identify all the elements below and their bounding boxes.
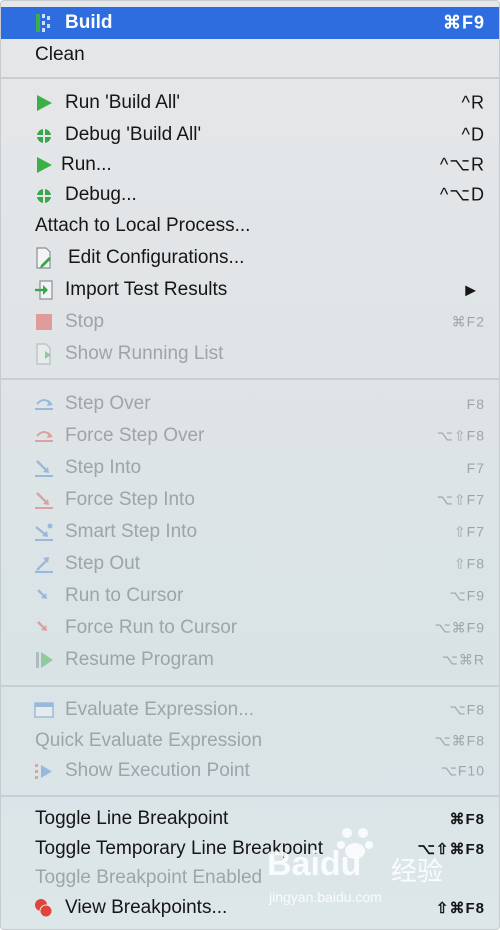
build-menu: Build ⌘F9 Clean Run 'Build All' ^R Debug… xyxy=(0,0,500,930)
force-step-over-icon xyxy=(31,424,57,448)
menu-item-stop[interactable]: Stop ⌘F2 xyxy=(1,306,499,338)
menu-item-label: Step Out xyxy=(65,553,140,574)
menu-item-label: Step Over xyxy=(65,393,151,414)
execution-point-icon xyxy=(31,759,57,783)
menu-separator xyxy=(1,685,499,687)
shortcut-label: F8 xyxy=(466,396,485,412)
menu-item-clean[interactable]: Clean xyxy=(1,39,499,71)
menu-item-attach-local-process[interactable]: Attach to Local Process... xyxy=(1,210,499,242)
shortcut-label: ⌥⌘R xyxy=(441,651,485,668)
menu-item-edit-configurations[interactable]: Edit Configurations... xyxy=(1,242,499,274)
running-list-icon xyxy=(31,342,57,366)
menu-item-label: Build xyxy=(65,12,113,33)
menu-item-run-build-all[interactable]: Run 'Build All' ^R xyxy=(1,87,499,119)
menu-item-label: Show Running List xyxy=(65,343,224,364)
force-step-into-icon xyxy=(31,488,57,512)
menu-item-run[interactable]: Run... ^⌥R xyxy=(1,149,499,181)
menu-item-evaluate-expression[interactable]: Evaluate Expression... ⌥F8 xyxy=(1,694,499,726)
debug-icon xyxy=(31,183,57,207)
menu-item-label: Show Execution Point xyxy=(65,760,250,781)
run-icon xyxy=(31,153,57,177)
menu-item-label: Force Step Over xyxy=(65,425,205,446)
shortcut-label: ⌥⇧F8 xyxy=(436,427,485,444)
menu-item-step-out[interactable]: Step Out ⇧F8 xyxy=(1,548,499,580)
menu-item-label: Evaluate Expression... xyxy=(65,699,255,720)
menu-item-force-step-into[interactable]: Force Step Into ⌥⇧F7 xyxy=(1,484,499,516)
menu-item-label: Run... xyxy=(61,154,112,175)
menu-item-show-running-list[interactable]: Show Running List xyxy=(1,338,499,370)
step-out-icon xyxy=(31,552,57,576)
menu-item-label: View Breakpoints... xyxy=(65,897,228,918)
menu-item-label: Force Run to Cursor xyxy=(65,617,238,638)
shortcut-label: F7 xyxy=(466,460,485,476)
menu-item-resume-program[interactable]: Resume Program ⌥⌘R xyxy=(1,644,499,676)
shortcut-label: ⌘F9 xyxy=(442,12,485,33)
import-icon xyxy=(31,278,57,302)
breakpoints-icon xyxy=(31,896,57,920)
force-run-to-cursor-icon xyxy=(31,616,57,640)
shortcut-label: ⌥F10 xyxy=(440,762,485,779)
menu-item-label: Toggle Line Breakpoint xyxy=(35,808,229,829)
shortcut-label: ⌥⌘F8 xyxy=(434,732,485,749)
edit-config-icon xyxy=(31,246,57,270)
menu-item-label: Toggle Breakpoint Enabled xyxy=(35,867,263,888)
menu-item-label: Force Step Into xyxy=(65,489,195,510)
menu-item-label: Step Into xyxy=(65,457,142,478)
menu-item-debug[interactable]: Debug... ^⌥D xyxy=(1,179,499,211)
debug-icon xyxy=(31,123,57,147)
menu-item-build[interactable]: Build ⌘F9 xyxy=(1,7,499,39)
menu-item-label: Debug 'Build All' xyxy=(65,124,202,145)
menu-item-import-test-results[interactable]: Import Test Results ▶ xyxy=(1,274,499,306)
menu-item-force-run-to-cursor[interactable]: Force Run to Cursor ⌥⌘F9 xyxy=(1,612,499,644)
resume-icon xyxy=(31,648,57,672)
step-over-icon xyxy=(31,392,57,416)
menu-item-step-over[interactable]: Step Over F8 xyxy=(1,388,499,420)
shortcut-label: ⇧F8 xyxy=(453,555,485,572)
menu-item-quick-evaluate-expression[interactable]: Quick Evaluate Expression ⌥⌘F8 xyxy=(1,725,499,757)
menu-item-label: Edit Configurations... xyxy=(68,247,245,268)
shortcut-label: ⇧F7 xyxy=(453,523,485,540)
stop-icon xyxy=(31,310,57,334)
shortcut-label: ^⌥R xyxy=(439,154,485,175)
menu-item-debug-build-all[interactable]: Debug 'Build All' ^D xyxy=(1,119,499,151)
evaluate-icon xyxy=(31,698,57,722)
menu-item-label: Run to Cursor xyxy=(65,585,184,606)
menu-item-step-into[interactable]: Step Into F7 xyxy=(1,452,499,484)
menu-item-run-to-cursor[interactable]: Run to Cursor ⌥F9 xyxy=(1,580,499,612)
menu-item-label: Attach to Local Process... xyxy=(35,215,251,236)
baidu-watermark: Baidu 经验 jingyan.baidu.com xyxy=(263,823,463,913)
watermark-brand: Baidu xyxy=(267,845,362,883)
menu-item-smart-step-into[interactable]: Smart Step Into ⇧F7 xyxy=(1,516,499,548)
menu-item-label: Run 'Build All' xyxy=(65,92,180,113)
step-into-icon xyxy=(31,456,57,480)
watermark-cn: 经验 xyxy=(391,856,444,886)
shortcut-label: ⌥F9 xyxy=(449,587,485,604)
run-to-cursor-icon xyxy=(31,584,57,608)
shortcut-label: ^⌥D xyxy=(439,184,485,205)
menu-item-label: Stop xyxy=(65,311,105,332)
submenu-arrow-icon: ▶ xyxy=(465,281,477,298)
menu-item-show-execution-point[interactable]: Show Execution Point ⌥F10 xyxy=(1,755,499,787)
shortcut-label: ⌥⌘F9 xyxy=(434,619,485,636)
menu-item-label: Debug... xyxy=(65,184,137,205)
menu-item-label: Quick Evaluate Expression xyxy=(35,730,263,751)
build-icon xyxy=(31,11,57,35)
menu-item-label: Resume Program xyxy=(65,649,214,670)
shortcut-label: ^D xyxy=(461,124,485,145)
shortcut-label: ^R xyxy=(461,92,485,113)
menu-item-label: Smart Step Into xyxy=(65,521,198,542)
run-icon xyxy=(31,91,57,115)
menu-separator xyxy=(1,795,499,797)
shortcut-label: ⌥F8 xyxy=(449,701,485,718)
shortcut-label: ⌥⇧F7 xyxy=(436,491,485,508)
menu-item-label: Clean xyxy=(35,44,85,65)
menu-separator xyxy=(1,77,499,79)
watermark-url: jingyan.baidu.com xyxy=(269,889,382,905)
smart-step-into-icon xyxy=(31,520,57,544)
menu-item-force-step-over[interactable]: Force Step Over ⌥⇧F8 xyxy=(1,420,499,452)
menu-item-label: Import Test Results xyxy=(65,279,228,300)
shortcut-label: ⌘F2 xyxy=(451,313,485,330)
menu-separator xyxy=(1,378,499,380)
